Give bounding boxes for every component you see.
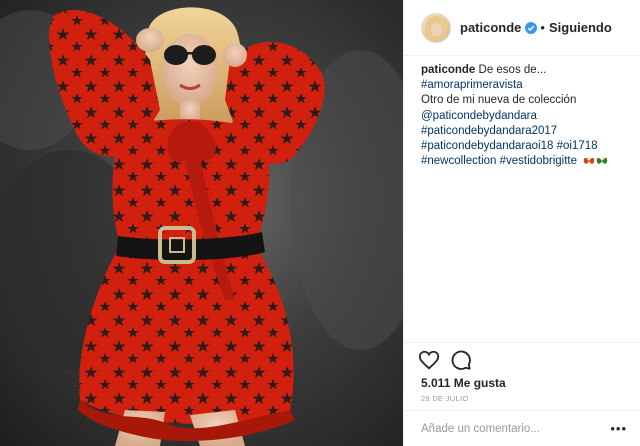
avatar[interactable] xyxy=(421,12,451,43)
post-sidebar: paticonde • Siguiendo paticonde De esos … xyxy=(403,0,640,446)
post-date: 29 DE JULIO xyxy=(421,394,469,403)
caption-username[interactable]: paticonde xyxy=(421,64,475,76)
header-separator: • xyxy=(540,20,545,35)
butterfly-emoji-icon xyxy=(583,157,608,164)
more-options-icon[interactable]: ••• xyxy=(610,421,627,436)
comment-input[interactable] xyxy=(421,422,611,435)
hashtag-link[interactable]: #vestidobrigitte xyxy=(500,155,577,167)
post-header: paticonde • Siguiendo xyxy=(404,0,640,56)
caption-text: De esos de... xyxy=(478,64,547,76)
comment-icon[interactable] xyxy=(450,349,472,371)
hashtag-link[interactable]: #newcollection xyxy=(421,155,496,167)
post-photo[interactable] xyxy=(0,0,403,446)
post-caption: paticonde De esos de... #amoraprimeravis… xyxy=(421,63,633,169)
hashtag-link[interactable]: #paticondebydandara2017 xyxy=(421,125,557,137)
mention-link[interactable]: @paticondebydandara xyxy=(421,110,537,122)
comment-bar: ••• xyxy=(404,410,640,446)
post-actions: 5.011 Me gusta xyxy=(404,342,640,400)
verified-badge-icon xyxy=(525,21,538,34)
following-button[interactable]: Siguiendo xyxy=(549,20,612,35)
likes-count[interactable]: 5.011 Me gusta xyxy=(421,376,506,390)
hashtag-link[interactable]: #paticondebydandaraoi18 xyxy=(421,140,553,152)
heart-icon[interactable] xyxy=(418,349,440,371)
caption-text: Otro de mi nueva de colección xyxy=(421,94,577,107)
hashtag-link[interactable]: #amoraprimeravista xyxy=(421,79,523,91)
hashtag-link[interactable]: #oi1718 xyxy=(557,140,598,152)
post-photo-illustration xyxy=(0,7,403,446)
header-username[interactable]: paticonde xyxy=(460,20,521,35)
